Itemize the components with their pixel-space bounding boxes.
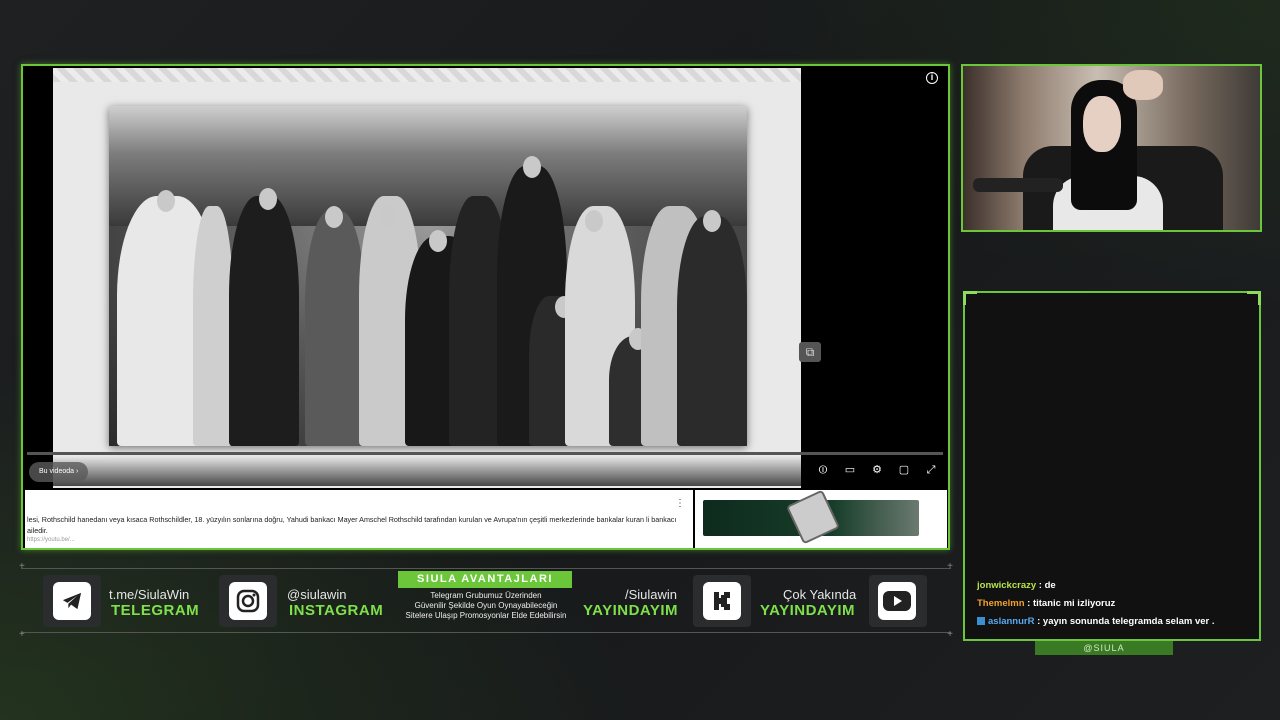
- chat-message: jonwickcrazy : de: [977, 577, 1251, 595]
- ad-panel: [695, 489, 947, 548]
- chat-text: : yayın sonunda telegramda selam ver .: [1034, 616, 1215, 627]
- kick-handle[interactable]: /Siulawin: [625, 587, 677, 602]
- kick-label: YAYINDAYIM: [583, 602, 679, 619]
- kick-icon[interactable]: [703, 582, 741, 620]
- advantages-title: SIULA AVANTAJLARI: [398, 571, 572, 588]
- advantages-line: Telegram Grubumuz Üzerinden: [430, 591, 542, 600]
- youtube-status: Çok Yakında: [783, 587, 857, 602]
- chat-username: Themelmn: [977, 598, 1025, 609]
- settings-icon[interactable]: ⚙: [870, 464, 884, 476]
- telegram-label: TELEGRAM: [111, 602, 200, 619]
- telegram-url[interactable]: t.me/SiulaWin: [109, 587, 189, 602]
- chat-messages: jonwickcrazy : de Themelmn : titanic mi …: [977, 577, 1251, 631]
- description-text: lesi, Rothschild hanedanı veya kısaca Ro…: [27, 515, 677, 535]
- telegram-icon[interactable]: [53, 582, 91, 620]
- in-this-video-button[interactable]: Bu videoda ›: [29, 462, 89, 482]
- advantages-line: Sitelere Ulaşıp Promosyonlar Elde Edebil…: [405, 611, 567, 620]
- historic-group-photo: [109, 106, 747, 446]
- player-controls: ⏼ ▭ ⚙ ▢ ⤢: [816, 464, 938, 476]
- video-player-frame: ⧉ i Bu videoda › ⏼ ▭ ⚙ ▢ ⤢ ⋮ lesi, Roths…: [21, 64, 950, 550]
- advantages-text: Telegram Grubumuz Üzerinden Güvenilir Şe…: [376, 591, 596, 621]
- chat-username: jonwickcrazy: [977, 580, 1037, 591]
- advantages-line: Güvenilir Şekilde Oyun Oynayabileceğin: [414, 601, 558, 610]
- handle-tag: @SIULA: [1035, 641, 1173, 655]
- youtube-icon[interactable]: [878, 582, 916, 620]
- badge-icon: [977, 617, 985, 626]
- chat-text: : titanic mi izliyoruz: [1024, 598, 1116, 609]
- instagram-label: INSTAGRAM: [289, 602, 384, 619]
- loading-stripe: [53, 68, 801, 82]
- ad-banner[interactable]: [703, 489, 919, 545]
- chat-username: aslannurR: [988, 616, 1035, 627]
- chat-panel: jonwickcrazy : de Themelmn : titanic mi …: [963, 291, 1261, 641]
- chat-message: aslannurR : yayın sonunda telegramda sel…: [977, 613, 1251, 631]
- in-this-video-label: Bu videoda: [39, 468, 75, 475]
- instagram-handle[interactable]: @siulawin: [287, 587, 346, 602]
- pip-icon[interactable]: ⧉: [799, 342, 821, 362]
- chat-message: Themelmn : titanic mi izliyoruz: [977, 595, 1251, 613]
- player-control-bar: [23, 456, 948, 486]
- webcam-feed: [961, 64, 1262, 232]
- description-link[interactable]: https://youtu.be/...: [27, 535, 75, 546]
- more-options-icon[interactable]: ⋮: [675, 498, 685, 509]
- fullscreen-icon[interactable]: ⤢: [924, 464, 938, 476]
- video-surface[interactable]: ⧉: [53, 68, 821, 488]
- theater-icon[interactable]: ▢: [897, 464, 911, 476]
- subtitles-icon[interactable]: ▭: [843, 464, 857, 476]
- youtube-label: YAYINDAYIM: [760, 602, 856, 619]
- video-progress-bar[interactable]: [27, 452, 943, 455]
- instagram-icon[interactable]: [229, 582, 267, 620]
- info-icon[interactable]: i: [926, 72, 938, 84]
- autoplay-toggle-icon[interactable]: ⏼: [816, 464, 830, 476]
- chat-text: : de: [1036, 580, 1056, 591]
- video-description-panel: ⋮ lesi, Rothschild hanedanı veya kısaca …: [25, 490, 693, 548]
